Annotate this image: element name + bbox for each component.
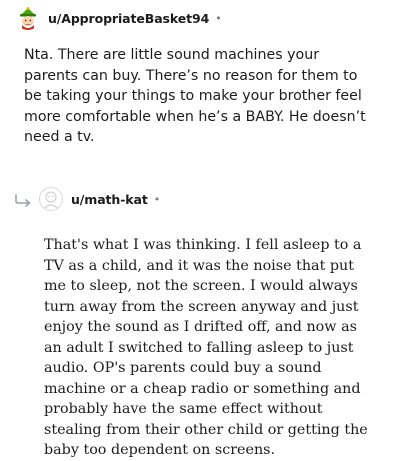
comment-username[interactable]: u/AppropriateBasket94 xyxy=(48,11,209,26)
default-avatar-icon[interactable] xyxy=(39,187,63,211)
comment-appropriatebasket94: u/AppropriateBasket94 • Nta. There are l… xyxy=(0,4,400,148)
separator-dot: • xyxy=(215,11,222,25)
comment-username[interactable]: u/math-kat xyxy=(71,192,148,207)
comment-body: Nta. There are little sound machines you… xyxy=(24,47,366,145)
comment-header: u/math-kat • xyxy=(0,185,400,213)
separator-dot: • xyxy=(153,192,161,206)
comment-header: u/AppropriateBasket94 • xyxy=(0,4,400,32)
comment-body: That's what I was thinking. I fell aslee… xyxy=(44,237,368,458)
reply-arrow-icon xyxy=(14,192,34,207)
snoo-avatar-icon[interactable] xyxy=(16,6,40,30)
comment-math-kat: u/math-kat • That's what I was thinking.… xyxy=(0,185,400,461)
